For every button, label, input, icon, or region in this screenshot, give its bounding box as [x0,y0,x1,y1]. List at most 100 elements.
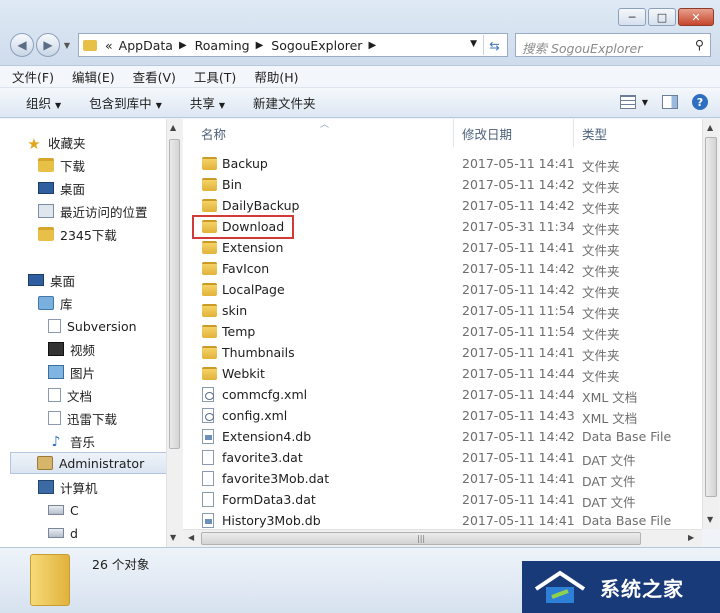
file-type: 文件夹 [582,264,620,279]
menu-file[interactable]: 文件(F) [12,67,54,86]
nav-item-downloads[interactable]: 下载 [0,154,168,176]
help-icon[interactable]: ? [692,94,708,110]
include-in-library-button[interactable]: 包含到库中 ▼ [89,93,162,112]
nav-scroll-thumb[interactable] [169,139,180,449]
scroll-right-icon[interactable]: ▶ [688,533,694,542]
refresh-icon[interactable]: ⇆ [483,35,505,55]
chevron-right-icon[interactable]: ▶ [256,40,264,51]
new-folder-button[interactable]: 新建文件夹 [253,93,316,112]
file-type: 文件夹 [582,369,620,384]
file-list-vscrollbar[interactable]: ▲ ▼ [702,119,719,529]
hscroll-thumb[interactable]: ||| [201,532,641,545]
nav-scrollbar[interactable]: ▲ ▼ [166,119,182,547]
column-divider[interactable] [573,119,574,147]
search-input[interactable]: 搜索 SogouExplorer ⚲ [515,33,711,57]
file-row[interactable]: Backup 2017-05-11 14:41 文件夹 [183,153,702,174]
address-dropdown-icon[interactable]: ▼ [470,39,477,49]
scroll-up-icon[interactable]: ▲ [170,123,176,132]
nav-item-music[interactable]: ♪ 音乐 [0,430,168,452]
change-view-button[interactable]: ▼ [619,95,648,109]
file-row[interactable]: Temp 2017-05-11 11:54 文件夹 [183,321,702,342]
file-row[interactable]: History3Mob.db 2017-05-11 14:41 Data Base … [183,510,702,529]
column-header-name[interactable]: 名称 [201,119,451,147]
vscroll-thumb[interactable] [705,137,717,497]
file-row[interactable]: FormData3.dat 2017-05-11 14:41 DAT 文件 [183,489,702,510]
column-header-type[interactable]: 类型 [582,119,692,147]
organize-button[interactable]: 组织 ▼ [26,93,61,112]
nav-item-xunlei[interactable]: 迅雷下载 [0,407,168,429]
nav-desktop[interactable]: 桌面 [0,269,168,291]
chevron-down-icon: ▼ [641,97,648,107]
nav-item-desktop[interactable]: 桌面 [0,177,168,199]
file-row[interactable]: skin 2017-05-11 11:54 文件夹 [183,300,702,321]
maximize-button[interactable]: □ [648,8,676,26]
menu-edit[interactable]: 编辑(E) [72,67,115,86]
file-row[interactable]: commcfg.xml 2017-05-11 14:44 XML 文档 [183,384,702,405]
breadcrumb-roaming[interactable]: Roaming [195,38,250,53]
file-type: Data Base File [582,429,672,444]
recent-pages-dropdown[interactable]: ▼ [62,41,72,50]
file-list-hscrollbar[interactable]: ◀ ||| ▶ [183,529,702,547]
nav-item-recent[interactable]: 最近访问的位置 [0,200,168,222]
file-type: 文件夹 [582,348,620,363]
preview-pane-icon[interactable] [662,95,678,109]
file-row[interactable]: Webkit 2017-05-11 14:44 文件夹 [183,363,702,384]
command-bar: 组织 ▼ 包含到库中 ▼ 共享 ▼ 新建文件夹 ▼ ? [0,88,720,118]
nav-item-documents[interactable]: 文档 [0,384,168,406]
column-header-date[interactable]: 修改日期 [462,119,572,147]
minimize-button[interactable]: ─ [618,8,646,26]
nav-item-2345[interactable]: 2345下载 [0,223,168,245]
nav-item-drive-c[interactable]: C [0,499,168,521]
breadcrumb-appdata[interactable]: AppData [119,38,173,53]
share-button[interactable]: 共享 ▼ [190,93,225,112]
file-row[interactable]: LocalPage 2017-05-11 14:42 文件夹 [183,279,702,300]
file-row[interactable]: FavIcon 2017-05-11 14:42 文件夹 [183,258,702,279]
scroll-up-icon[interactable]: ▲ [707,123,713,132]
scroll-left-icon[interactable]: ◀ [188,533,194,542]
nav-library[interactable]: 库 [0,292,168,314]
file-row[interactable]: config.xml 2017-05-11 14:43 XML 文档 [183,405,702,426]
scroll-down-icon[interactable]: ▼ [170,533,176,542]
view-list-icon [619,95,636,109]
file-type: 文件夹 [582,306,620,321]
nav-item-videos[interactable]: 视频 [0,338,168,360]
nav-label: 音乐 [70,434,96,450]
nav-label: Subversion [67,318,137,334]
menu-bar: 文件(F) 编辑(E) 查看(V) 工具(T) 帮助(H) [0,66,720,88]
scroll-down-icon[interactable]: ▼ [707,515,713,524]
nav-computer[interactable]: 计算机 [0,476,168,498]
file-row[interactable]: favorite3Mob.dat 2017-05-11 14:41 DAT 文件 [183,468,702,489]
file-date: 2017-05-11 14:44 [462,366,575,381]
file-row[interactable]: Bin 2017-05-11 14:42 文件夹 [183,174,702,195]
close-button[interactable]: ✕ [678,8,714,26]
chevron-right-icon[interactable]: ▶ [368,40,376,51]
video-icon [48,342,64,356]
nav-item-administrator[interactable]: Administrator [10,452,168,474]
nav-item-subversion[interactable]: Subversion [0,315,168,337]
back-button[interactable]: ◀ [10,33,34,57]
file-row[interactable]: Extension4.db 2017-05-11 14:42 Data Base F… [183,426,702,447]
column-divider[interactable] [453,119,454,147]
menu-help[interactable]: 帮助(H) [254,67,298,86]
nav-favorites[interactable]: ★ 收藏夹 [0,131,168,153]
address-overflow[interactable]: « [105,38,113,53]
library-icon [38,296,54,310]
file-row[interactable]: DailyBackup 2017-05-11 14:42 文件夹 [183,195,702,216]
file-date: 2017-05-11 14:42 [462,261,575,276]
file-row[interactable]: Extension 2017-05-11 14:41 文件夹 [183,237,702,258]
nav-item-drive-d[interactable]: d [0,522,168,544]
breadcrumb-sogouexplorer[interactable]: SogouExplorer [271,38,362,53]
search-icon[interactable]: ⚲ [695,37,704,52]
document-icon [48,388,61,402]
address-bar[interactable]: « AppData ▶ Roaming ▶ SogouExplorer ▶ ▼ … [78,33,508,57]
nav-item-pictures[interactable]: 图片 [0,361,168,383]
file-list: ︿ 名称 修改日期 类型 Backup 2017-05-11 14:41 文件夹 Bi… [183,119,702,529]
file-date: 2017-05-31 11:34 [462,219,575,234]
menu-view[interactable]: 查看(V) [133,67,176,86]
chevron-right-icon[interactable]: ▶ [179,40,187,51]
document-icon [48,319,61,333]
forward-button[interactable]: ▶ [36,33,60,57]
menu-tools[interactable]: 工具(T) [194,67,236,86]
file-row[interactable]: Thumbnails 2017-05-11 14:41 文件夹 [183,342,702,363]
file-row[interactable]: favorite3.dat 2017-05-11 14:41 DAT 文件 [183,447,702,468]
